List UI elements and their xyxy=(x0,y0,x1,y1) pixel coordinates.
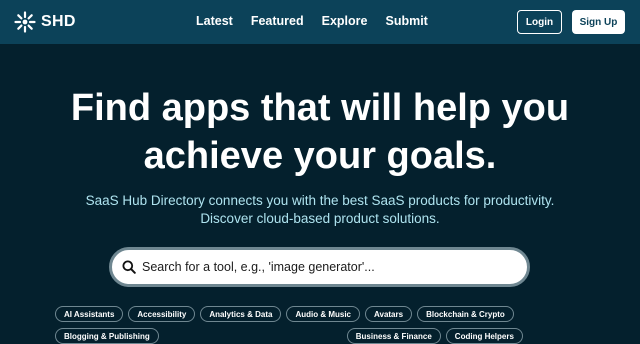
logo-text: SHD xyxy=(41,13,76,30)
category-chip-avatars[interactable]: Avatars xyxy=(365,306,413,322)
category-chips: AI Assistants Accessibility Analytics & … xyxy=(55,306,595,344)
nav-link-submit[interactable]: Submit xyxy=(385,14,427,29)
category-chip-analytics-data[interactable]: Analytics & Data xyxy=(200,306,282,322)
category-chip-accessibility[interactable]: Accessibility xyxy=(128,306,196,322)
search-input[interactable] xyxy=(142,260,502,274)
top-nav: SHD Latest Featured Explore Submit Login… xyxy=(0,0,640,44)
nav-link-latest[interactable]: Latest xyxy=(196,14,233,29)
search-bar[interactable] xyxy=(109,247,530,287)
main-nav: Latest Featured Explore Submit xyxy=(196,14,428,29)
category-chip-audio-music[interactable]: Audio & Music xyxy=(286,306,361,322)
category-chip-ai-assistants[interactable]: AI Assistants xyxy=(55,306,124,322)
hero-subtitle-line-1: SaaS Hub Directory connects you with the… xyxy=(85,193,555,208)
nav-link-explore[interactable]: Explore xyxy=(322,14,368,29)
category-chip-business-finance[interactable]: Business & Finance xyxy=(346,328,441,344)
hero-title-line-1: Find apps that will help you xyxy=(70,87,570,129)
login-button[interactable]: Login xyxy=(517,10,562,34)
hero-subtitle-line-2: Discover cloud-based product solutions. xyxy=(200,211,440,226)
sparkle-logo-icon xyxy=(14,11,36,33)
hero-title-line-2: achieve your goals. xyxy=(143,135,497,177)
signup-button[interactable]: Sign Up xyxy=(572,10,625,34)
category-chip-blogging-publishing[interactable]: Blogging & Publishing xyxy=(55,328,159,344)
hero-title: Find apps that will help you achieve you… xyxy=(0,84,640,180)
nav-link-featured[interactable]: Featured xyxy=(251,14,304,29)
hero-subtitle: SaaS Hub Directory connects you with the… xyxy=(0,192,640,228)
category-chip-coding-helpers[interactable]: Coding Helpers xyxy=(445,328,523,344)
search-icon xyxy=(122,260,136,274)
category-chip-blockchain-crypto[interactable]: Blockchain & Crypto xyxy=(417,306,514,322)
logo[interactable]: SHD xyxy=(14,11,76,33)
